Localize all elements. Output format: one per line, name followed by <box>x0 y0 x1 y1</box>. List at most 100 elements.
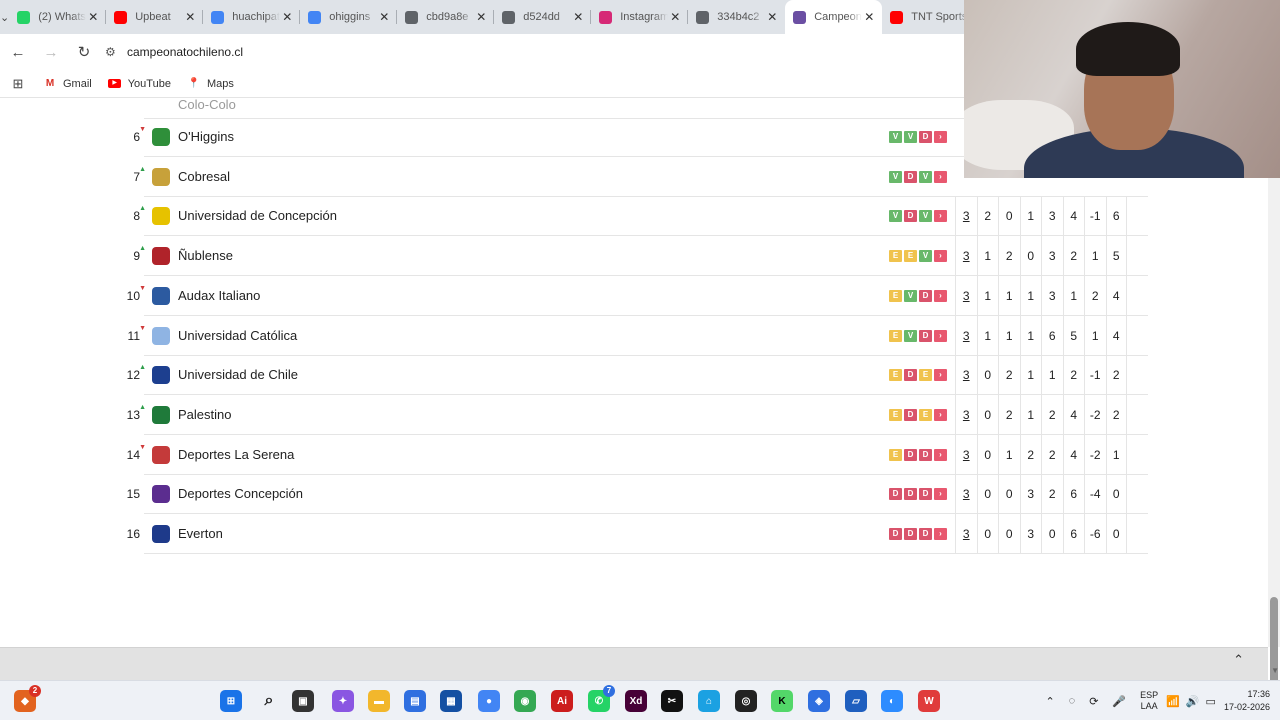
bookmark-youtube[interactable]: ▶ YouTube <box>108 77 171 91</box>
volume-icon[interactable]: 🔊 <box>1186 695 1200 708</box>
search-icon[interactable]: ⌕ <box>258 690 280 712</box>
input-language[interactable]: ESP LAA <box>1140 690 1158 712</box>
next-match-chevron-icon[interactable]: › <box>934 369 947 382</box>
matches-played-link[interactable]: 3 <box>955 514 977 554</box>
matches-played-link[interactable]: 3 <box>955 355 977 396</box>
team-name[interactable]: Deportes La Serena <box>178 447 294 462</box>
app-icon[interactable]: ▤ <box>404 690 426 712</box>
url-omnibox[interactable]: ⚙ campeonatochileno.cl <box>105 38 964 66</box>
tab-search-chevron-icon[interactable]: ⌄ <box>0 0 9 34</box>
next-match-chevron-icon[interactable]: › <box>934 250 947 263</box>
file-explorer-icon[interactable]: ▬ <box>368 690 390 712</box>
reload-button[interactable]: ↻ <box>69 37 99 67</box>
team-crest-icon[interactable] <box>152 445 170 464</box>
team-crest-icon[interactable] <box>152 405 170 424</box>
adobe-xd-icon[interactable]: Xd <box>625 690 647 712</box>
kick-icon[interactable]: K <box>771 690 793 712</box>
sync-icon[interactable]: ⟳ <box>1089 695 1098 708</box>
matches-played-link[interactable]: 3 <box>955 315 977 356</box>
matches-played-link[interactable]: 3 <box>955 474 977 515</box>
browser-tab[interactable]: Upbeat ✕ <box>106 0 204 34</box>
team-name[interactable]: Universidad Católica <box>178 328 297 343</box>
next-match-chevron-icon[interactable]: › <box>934 131 947 143</box>
browser-tab[interactable]: TNT Sports <box>882 0 964 34</box>
microphone-icon[interactable]: 🎤 <box>1112 695 1126 708</box>
team-crest-icon[interactable] <box>152 247 170 266</box>
app-icon[interactable]: ⌂ <box>698 690 720 712</box>
matches-played-link[interactable]: 3 <box>955 394 977 435</box>
team-name[interactable]: Ñublense <box>178 248 233 263</box>
wifi-icon[interactable]: 📶 <box>1166 695 1180 708</box>
store-icon[interactable]: ▦ <box>440 690 462 712</box>
team-name[interactable]: Cobresal <box>178 169 230 184</box>
bookmark-gmail[interactable]: M Gmail <box>43 77 92 91</box>
team-name[interactable]: Deportes Concepción <box>178 486 303 501</box>
close-tab-icon[interactable]: ✕ <box>668 10 682 24</box>
next-match-chevron-icon[interactable]: › <box>934 528 947 540</box>
collapse-chevron-icon[interactable]: ⌃ <box>1233 652 1244 668</box>
scroll-down-arrow-icon[interactable]: ▼ <box>1271 666 1279 675</box>
task-view-icon[interactable]: ▣ <box>292 690 314 712</box>
close-tab-icon[interactable]: ✕ <box>862 10 876 24</box>
browser-tab[interactable]: d524dd ✕ <box>494 0 592 34</box>
show-hidden-icons-chevron-icon[interactable]: ⌃ <box>1045 695 1054 708</box>
browser-tab[interactable]: cbd9a8e ✕ <box>397 0 495 34</box>
start-windows-icon[interactable]: ⊞ <box>220 690 242 712</box>
copilot-icon[interactable]: ✦ <box>332 690 354 712</box>
whatsapp-icon[interactable]: ✆ 7 <box>588 685 615 712</box>
illustrator-icon[interactable]: Ai <box>551 690 573 712</box>
close-tab-icon[interactable]: ✕ <box>377 10 391 24</box>
browser-tab[interactable]: ohiggins ✕ <box>300 0 398 34</box>
team-crest-icon[interactable] <box>152 207 170 226</box>
back-button[interactable]: ← <box>3 37 33 67</box>
color-picker-icon[interactable]: ◉ <box>514 690 536 712</box>
team-crest-icon[interactable] <box>152 326 170 345</box>
matches-played-link[interactable]: 3 <box>955 434 977 475</box>
team-crest-icon[interactable] <box>152 525 170 543</box>
team-crest-icon[interactable] <box>152 485 170 504</box>
browser-tab[interactable]: (2) WhatsApp✕ <box>9 0 107 34</box>
forward-button[interactable]: → <box>36 37 66 67</box>
page-scrollbar[interactable] <box>1268 99 1280 715</box>
app-icon[interactable]: ▱ <box>845 690 867 712</box>
browser-tab[interactable]: Instagram ✕ <box>591 0 689 34</box>
apps-grid-icon[interactable]: ⊞ <box>3 69 33 99</box>
next-match-chevron-icon[interactable]: › <box>934 210 947 223</box>
matches-played-link[interactable]: 3 <box>955 236 977 277</box>
team-name[interactable]: Palestino <box>178 407 231 422</box>
next-match-chevron-icon[interactable]: › <box>934 448 947 461</box>
team-crest-icon[interactable] <box>152 167 170 186</box>
next-match-chevron-icon[interactable]: › <box>934 289 947 302</box>
next-match-chevron-icon[interactable]: › <box>934 329 947 342</box>
microsoft365-icon[interactable]: ◈ <box>808 690 830 712</box>
obs-icon[interactable]: ◎ <box>735 690 757 712</box>
next-match-chevron-icon[interactable]: › <box>934 170 947 183</box>
matches-played-link[interactable]: 3 <box>955 196 977 237</box>
team-name[interactable]: Universidad de Chile <box>178 367 298 382</box>
wps-icon[interactable]: W <box>918 690 940 712</box>
browser-tab[interactable]: 334b4c2 ✕ <box>688 0 785 34</box>
team-crest-icon[interactable] <box>152 128 170 146</box>
team-crest-icon[interactable] <box>152 286 170 305</box>
team-name[interactable]: Universidad de Concepción <box>178 208 337 223</box>
team-name[interactable]: Colo-Colo <box>178 99 236 112</box>
close-tab-icon[interactable]: ✕ <box>280 10 294 24</box>
chrome-icon[interactable]: ● <box>478 690 500 712</box>
next-match-chevron-icon[interactable]: › <box>934 488 947 501</box>
capcut-icon[interactable]: ✂ <box>661 690 683 712</box>
close-tab-icon[interactable]: ✕ <box>183 10 197 24</box>
browser-tab[interactable]: huachipato✕ <box>203 0 301 34</box>
team-name[interactable]: Audax Italiano <box>178 288 260 303</box>
close-tab-icon[interactable]: ✕ <box>474 10 488 24</box>
widgets-icon[interactable]: ◆ 2 <box>14 685 41 712</box>
team-crest-icon[interactable] <box>152 366 170 385</box>
team-name[interactable]: O'Higgins <box>178 129 234 144</box>
close-tab-icon[interactable]: ✕ <box>571 10 585 24</box>
site-info-icon[interactable]: ⚙ <box>105 45 127 59</box>
close-tab-icon[interactable]: ✕ <box>86 10 100 24</box>
browser-tab[interactable]: Campeonato✕ <box>785 0 883 34</box>
next-match-chevron-icon[interactable]: › <box>934 408 947 421</box>
clock[interactable]: 17:36 17-02-2026 <box>1224 688 1270 714</box>
team-name[interactable]: Everton <box>178 526 223 541</box>
zoom-icon[interactable]: ◐ <box>881 690 903 712</box>
